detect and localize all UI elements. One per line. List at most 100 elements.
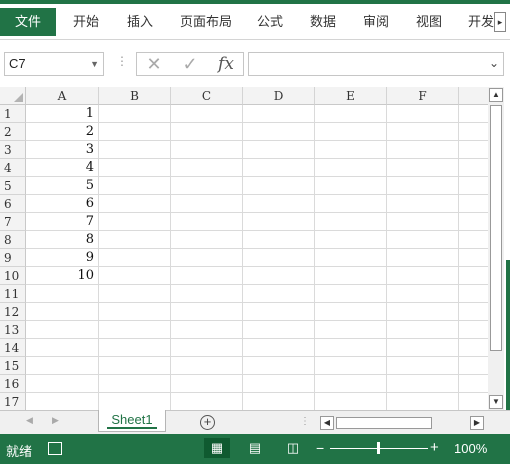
- cell-a10[interactable]: 10: [26, 267, 99, 285]
- normal-view-button[interactable]: ▦: [204, 438, 230, 458]
- grid-cell[interactable]: [26, 285, 99, 303]
- row-header-7[interactable]: 7: [0, 213, 26, 231]
- grid-cell[interactable]: [99, 177, 171, 195]
- grid-cell[interactable]: [99, 321, 171, 339]
- expand-formula-bar-icon[interactable]: ⌄: [489, 56, 499, 70]
- cancel-icon[interactable]: ✕: [139, 54, 169, 74]
- grid-cell[interactable]: [387, 105, 459, 123]
- grid-cell[interactable]: [387, 393, 459, 410]
- grid-cell[interactable]: [459, 375, 488, 393]
- grid-cell[interactable]: [243, 231, 315, 249]
- grid-cell[interactable]: [387, 177, 459, 195]
- row-header-17[interactable]: 17: [0, 393, 26, 410]
- grid-cell[interactable]: [171, 357, 243, 375]
- horizontal-scrollbar[interactable]: ◀ ▶: [318, 416, 486, 430]
- grid-cell[interactable]: [243, 375, 315, 393]
- grid-cell[interactable]: [26, 357, 99, 375]
- row-header-14[interactable]: 14: [0, 339, 26, 357]
- formula-bar-grip[interactable]: ⋮: [116, 54, 128, 68]
- grid-cell[interactable]: [315, 321, 387, 339]
- scroll-up-button[interactable]: ▲: [489, 88, 503, 102]
- formula-input[interactable]: ⌄: [248, 52, 504, 76]
- grid-cell[interactable]: [99, 303, 171, 321]
- chevron-down-icon[interactable]: ▼: [90, 53, 99, 75]
- grid-cell[interactable]: [243, 357, 315, 375]
- add-sheet-icon[interactable]: +: [200, 415, 215, 430]
- column-header-partial[interactable]: [459, 87, 488, 105]
- grid-cell[interactable]: [315, 267, 387, 285]
- worksheet-grid[interactable]: A B C D E F 1 1 2 2 3 3 4 4 5 5 6 6 7 7 8 8 9 9 10 10 11 12 13 14 15 16…: [0, 87, 488, 410]
- grid-cell[interactable]: [243, 213, 315, 231]
- enter-icon[interactable]: ✓: [175, 54, 205, 74]
- tab-formulas[interactable]: 公式: [257, 9, 283, 35]
- grid-cell[interactable]: [459, 141, 488, 159]
- name-box[interactable]: C7 ▼: [4, 52, 104, 76]
- select-all-button[interactable]: [0, 87, 26, 105]
- column-header-c[interactable]: C: [171, 87, 243, 105]
- grid-cell[interactable]: [315, 123, 387, 141]
- grid-cell[interactable]: [315, 141, 387, 159]
- grid-cell[interactable]: [99, 249, 171, 267]
- grid-cell[interactable]: [387, 213, 459, 231]
- next-sheet-icon[interactable]: ▶: [52, 415, 59, 426]
- grid-cell[interactable]: [315, 393, 387, 410]
- tab-data[interactable]: 数据: [310, 9, 336, 35]
- grid-cell[interactable]: [171, 159, 243, 177]
- grid-cell[interactable]: [171, 375, 243, 393]
- grid-cell[interactable]: [99, 375, 171, 393]
- grid-cell[interactable]: [315, 105, 387, 123]
- grid-cell[interactable]: [459, 159, 488, 177]
- grid-cell[interactable]: [99, 357, 171, 375]
- grid-cell[interactable]: [459, 303, 488, 321]
- grid-cell[interactable]: [459, 231, 488, 249]
- grid-cell[interactable]: [243, 339, 315, 357]
- grid-cell[interactable]: [459, 321, 488, 339]
- cell-a3[interactable]: 3: [26, 141, 99, 159]
- grid-cell[interactable]: [243, 141, 315, 159]
- row-header-4[interactable]: 4: [0, 159, 26, 177]
- grid-cell[interactable]: [459, 393, 488, 410]
- previous-sheet-icon[interactable]: ◀: [26, 415, 33, 426]
- grid-cell[interactable]: [26, 321, 99, 339]
- grid-cell[interactable]: [99, 339, 171, 357]
- tab-view[interactable]: 视图: [416, 9, 442, 35]
- page-break-preview-button[interactable]: ◫: [280, 438, 306, 458]
- row-header-8[interactable]: 8: [0, 231, 26, 249]
- tab-split-grip[interactable]: ⋮: [300, 416, 310, 427]
- grid-cell[interactable]: [387, 357, 459, 375]
- grid-cell[interactable]: [171, 303, 243, 321]
- scroll-right-button[interactable]: ▶: [470, 416, 484, 430]
- grid-cell[interactable]: [171, 231, 243, 249]
- column-header-d[interactable]: D: [243, 87, 315, 105]
- cell-a2[interactable]: 2: [26, 123, 99, 141]
- row-header-10[interactable]: 10: [0, 267, 26, 285]
- grid-cell[interactable]: [171, 249, 243, 267]
- grid-cell[interactable]: [387, 141, 459, 159]
- grid-cell[interactable]: [171, 267, 243, 285]
- ribbon-scroll-right-button[interactable]: ▸: [494, 12, 506, 32]
- grid-cell[interactable]: [26, 339, 99, 357]
- grid-cell[interactable]: [387, 123, 459, 141]
- grid-cell[interactable]: [315, 195, 387, 213]
- row-header-13[interactable]: 13: [0, 321, 26, 339]
- grid-cell[interactable]: [315, 357, 387, 375]
- grid-cell[interactable]: [315, 249, 387, 267]
- grid-cell[interactable]: [243, 249, 315, 267]
- zoom-slider-thumb[interactable]: [377, 442, 380, 454]
- grid-cell[interactable]: [387, 339, 459, 357]
- grid-cell[interactable]: [459, 177, 488, 195]
- grid-cell[interactable]: [243, 195, 315, 213]
- row-header-15[interactable]: 15: [0, 357, 26, 375]
- grid-cell[interactable]: [459, 357, 488, 375]
- tab-insert[interactable]: 插入: [127, 9, 153, 35]
- grid-cell[interactable]: [99, 105, 171, 123]
- column-header-f[interactable]: F: [387, 87, 459, 105]
- tab-file[interactable]: 文件: [0, 8, 56, 36]
- vertical-scrollbar[interactable]: ▲ ▼: [488, 87, 504, 410]
- cell-a9[interactable]: 9: [26, 249, 99, 267]
- grid-cell[interactable]: [99, 213, 171, 231]
- zoom-out-button[interactable]: −: [316, 440, 324, 456]
- row-header-16[interactable]: 16: [0, 375, 26, 393]
- grid-cell[interactable]: [171, 285, 243, 303]
- grid-cell[interactable]: [26, 303, 99, 321]
